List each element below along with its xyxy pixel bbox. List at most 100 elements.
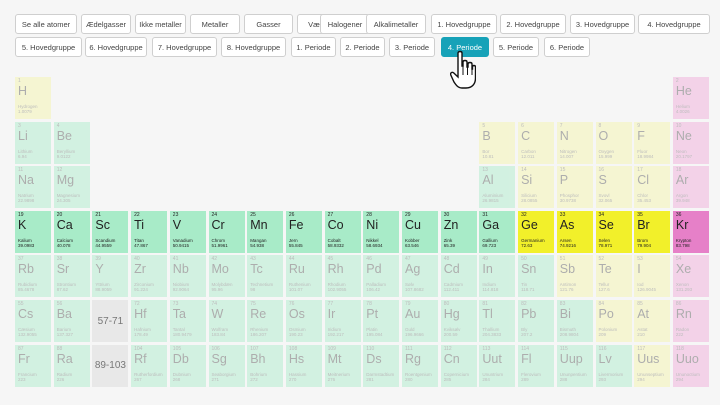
element-cell-be[interactable]: 4 Be Beryllium 9.0122 [53, 121, 90, 164]
element-cell-br[interactable]: 35 Br Brom 79.904 [634, 210, 671, 253]
element-cell-sr[interactable]: 38 Sr Strontium 87.62 [53, 255, 90, 298]
element-cell-cd[interactable]: 48 Cd Cadmium 112.411 [440, 255, 477, 298]
element-cell-mn[interactable]: 25 Mn Mangan 54.938 [247, 210, 284, 253]
element-symbol: W [211, 307, 224, 321]
element-cell-kr[interactable]: 36 Kr Krypton 83.798 [672, 210, 709, 253]
element-cell-ag[interactable]: 47 Ag Sølv 107.8682 [402, 255, 438, 298]
element-cell-ba[interactable]: 56 Ba Barium 137.327 [53, 300, 90, 342]
atomic-weight: 95.96 [211, 287, 223, 293]
element-cell-he[interactable]: 2 He Helium 4.0026 [672, 77, 709, 119]
element-cell-te[interactable]: 52 Te Tellur 127.6 [595, 255, 632, 298]
element-cell-ca[interactable]: 20 Ca Calcium 40.078 [53, 210, 90, 253]
element-cell-pt[interactable]: 78 Pt Platin 195.084 [363, 300, 400, 342]
element-cell-ni[interactable]: 28 Ni Nikkel 58.6934 [363, 210, 400, 253]
element-cell-rf[interactable]: 104 Rf Rutherfordium 267 [131, 344, 168, 387]
element-cell-i[interactable]: 53 I Iod 126.9045 [634, 255, 671, 298]
element-cell-hs[interactable]: 108 Hs Hassium 270 [285, 344, 322, 387]
element-cell-re[interactable]: 75 Re Rhenium 186.207 [247, 300, 284, 342]
element-cell-v[interactable]: 23 V Vanadium 50.9415 [169, 210, 206, 253]
element-cell-se[interactable]: 34 Se Selen 78.971 [595, 210, 632, 253]
element-cell-cl[interactable]: 17 Cl Chlor 35.453 [634, 166, 671, 209]
element-cell-tl[interactable]: 81 Tl Thallium 204.3833 [479, 300, 516, 342]
element-cell-ds[interactable]: 110 Ds Darmstadtium 281 [363, 344, 400, 387]
atomic-weight: 196.9666 [405, 332, 424, 337]
element-cell-uuo[interactable]: 118 Uuo Ununoctium 294 [672, 344, 709, 387]
element-cell-na[interactable]: 11 Na Natrium 22.9898 [15, 166, 51, 209]
element-cell-uus[interactable]: 117 Uus Ununseptium 294 [634, 344, 671, 387]
element-cell-o[interactable]: 8 O Oxygen 15.999 [595, 121, 632, 164]
element-cell-c[interactable]: 6 C Carbon 12.011 [518, 121, 555, 164]
element-cell-sg[interactable]: 106 Sg Seaborgium 271 [208, 344, 245, 387]
element-cell-tc[interactable]: 43 Tc Technetium 98 [247, 255, 284, 298]
element-cell-bh[interactable]: 107 Bh Bohrium 272 [247, 344, 284, 387]
element-cell-ir[interactable]: 77 Ir Iridium 192.217 [324, 300, 361, 342]
element-cell-rb[interactable]: 37 Rb Rubidium 85.4678 [15, 255, 51, 298]
element-cell-au[interactable]: 79 Au Guld 196.9666 [402, 300, 438, 342]
element-cell-at[interactable]: 85 At Astat 210 [634, 300, 671, 342]
element-cell-hg[interactable]: 80 Hg Kviksølv 200.59 [440, 300, 477, 342]
element-cell-w[interactable]: 74 W Wolfram 183.84 [208, 300, 245, 342]
element-cell-co[interactable]: 27 Co Cobalt 58.9332 [324, 210, 361, 253]
element-cell-in[interactable]: 49 In Indium 114.818 [479, 255, 516, 298]
element-cell-rg[interactable]: 111 Rg Roentgenium 280 [402, 344, 438, 387]
element-cell-mo[interactable]: 42 Mo Molybdæn 95.96 [208, 255, 245, 298]
atomic-weight: 26.9815 [482, 198, 499, 204]
element-cell-as[interactable]: 33 As Arsen 74.9216 [556, 210, 593, 253]
element-cell-ge[interactable]: 32 Ge Germanium 72.63 [518, 210, 555, 253]
element-symbol: O [598, 128, 609, 143]
element-cell-ne[interactable]: 10 Ne Neon 20.1797 [672, 121, 709, 164]
element-cell-zr[interactable]: 40 Zr Zirconium 91.224 [131, 255, 168, 298]
element-cell-s[interactable]: 16 S Svovl 32.065 [595, 166, 632, 209]
element-cell-hf[interactable]: 72 Hf Hafnium 178.49 [131, 300, 168, 342]
element-cell-si[interactable]: 14 Si Silicium 28.0855 [518, 166, 555, 209]
element-cell-cs[interactable]: 55 Cs Cæsium 132.9055 [15, 300, 51, 342]
element-symbol: Cl [637, 173, 649, 188]
element-cell-pb[interactable]: 82 Pb Bly 207.2 [518, 300, 555, 342]
element-cell-fr[interactable]: 87 Fr Francium 223 [15, 344, 51, 387]
element-cell-ti[interactable]: 22 Ti Titan 47.867 [131, 210, 168, 253]
element-cell-ru[interactable]: 44 Ru Ruthenium 101.07 [285, 255, 322, 298]
element-cell-cu[interactable]: 29 Cu Kobber 63.546 [402, 210, 438, 253]
element-cell-p[interactable]: 15 P Phosphor 30.9738 [556, 166, 593, 209]
element-cell-fl[interactable]: 114 Fl Flerovium 289 [518, 344, 555, 387]
element-cell-lv[interactable]: 116 Lv Livermorium 293 [595, 344, 632, 387]
element-cell-b[interactable]: 5 B Bor 10.81 [479, 121, 516, 164]
element-cell-ar[interactable]: 18 Ar Argon 39.948 [672, 166, 709, 209]
element-cell-f[interactable]: 9 F Fluor 18.9984 [634, 121, 671, 164]
element-symbol: Tl [482, 307, 493, 321]
element-cell-bi[interactable]: 83 Bi Bismuth 208.9804 [556, 300, 593, 342]
element-cell-nb[interactable]: 41 Nb Niobium 92.9064 [169, 255, 206, 298]
element-symbol: Zn [443, 217, 459, 232]
element-cell-sb[interactable]: 51 Sb Antimon 121.76 [556, 255, 593, 298]
element-cell-mg[interactable]: 12 Mg Magnesium 24.305 [53, 166, 90, 209]
element-cell-sc[interactable]: 21 Sc Scandium 44.9559 [92, 210, 129, 253]
element-cell-zn[interactable]: 30 Zn Zink 65.39 [440, 210, 477, 253]
element-cell-mt[interactable]: 109 Mt Meitnerium 276 [324, 344, 361, 387]
atomic-weight: 207.2 [521, 332, 533, 337]
element-cell-uup[interactable]: 115 Uup Ununpentium 288 [556, 344, 593, 387]
element-symbol: Sc [95, 217, 110, 232]
element-cell-li[interactable]: 3 Li Lithium 6.94 [15, 121, 51, 164]
element-cell-k[interactable]: 19 K Kalium 39.0983 [15, 210, 51, 253]
element-cell-h[interactable]: 1 H Hydrogen 1.0079 [15, 77, 51, 119]
element-symbol: Mt [327, 351, 342, 366]
element-cell-xe[interactable]: 54 Xe Xenon 131.293 [672, 255, 709, 298]
element-cell-pd[interactable]: 46 Pd Palladium 106.42 [363, 255, 400, 298]
element-cell-n[interactable]: 7 N Nitrogen 14.007 [556, 121, 593, 164]
element-cell-rn[interactable]: 86 Rn Radon 222 [672, 300, 709, 342]
atomic-weight: 272 [250, 376, 258, 382]
element-cell-rh[interactable]: 45 Rh Rhodium 102.9055 [324, 255, 361, 298]
element-cell-uut[interactable]: 113 Uut Ununtrium 284 [479, 344, 516, 387]
element-cell-ta[interactable]: 73 Ta Tantal 180.9479 [169, 300, 206, 342]
element-cell-cn[interactable]: 112 Cn Copernicium 285 [440, 344, 477, 387]
element-cell-db[interactable]: 105 Db Dubnium 268 [169, 344, 206, 387]
element-cell-al[interactable]: 13 Al Aluminium 26.9815 [479, 166, 516, 209]
element-cell-y[interactable]: 39 Y Yttrium 88.9059 [92, 255, 129, 298]
element-cell-po[interactable]: 84 Po Polonium 209 [595, 300, 632, 342]
element-cell-ra[interactable]: 88 Ra Radium 226 [53, 344, 90, 387]
element-cell-ga[interactable]: 31 Ga Gallium 69.723 [479, 210, 516, 253]
element-cell-fe[interactable]: 26 Fe Jern 55.845 [285, 210, 322, 253]
element-cell-os[interactable]: 76 Os Osmium 190.23 [285, 300, 322, 342]
element-cell-cr[interactable]: 24 Cr Chrom 51.9961 [208, 210, 245, 253]
element-cell-sn[interactable]: 50 Sn Tin 118.71 [518, 255, 555, 298]
